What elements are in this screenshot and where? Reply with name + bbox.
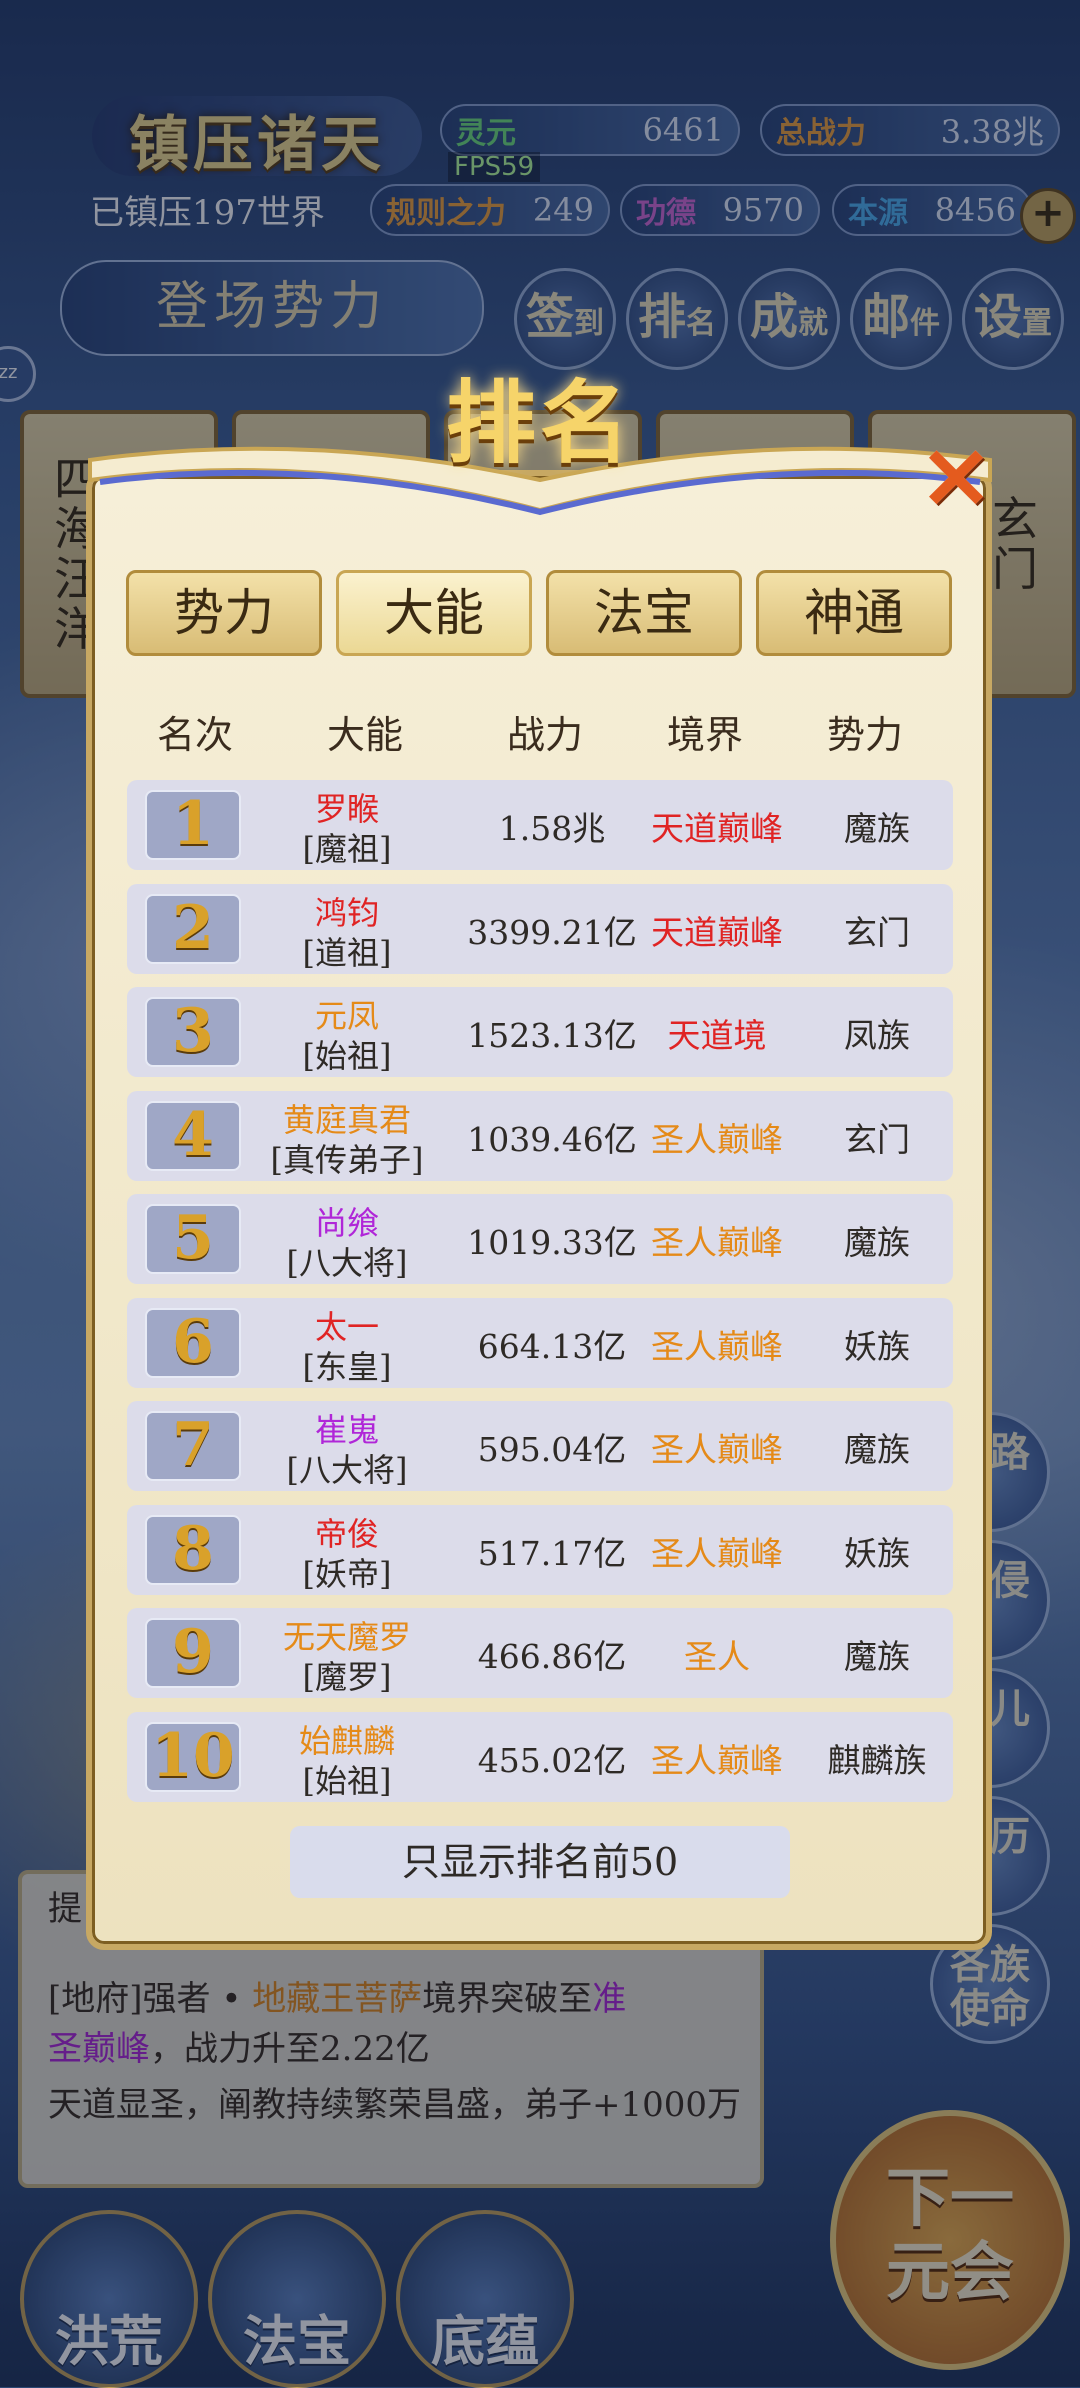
person-faction: 魔族 (844, 1430, 910, 1469)
person-realm: 圣人巅峰 (651, 1119, 783, 1159)
ranking-row[interactable]: 3 元凤 [始祖] 1523.13亿 天道境 凤族 (127, 987, 953, 1077)
person-title: [魔罗] (302, 1658, 392, 1696)
header-faction: 势力 (826, 713, 903, 757)
person-title: [东皇] (302, 1347, 392, 1386)
rank-number: 1 (145, 790, 241, 860)
person-power: 1039.46亿 (467, 1119, 637, 1159)
top50-notice: 只显示排名前50 (290, 1826, 790, 1898)
header-rank: 名次 (156, 713, 233, 757)
ranking-row[interactable]: 9 无天魔罗 [魔罗] 466.86亿 圣人 魔族 (127, 1608, 953, 1698)
person-title: [始祖] (302, 1037, 392, 1075)
rank-number: 8 (145, 1514, 241, 1585)
person-faction: 魔族 (844, 809, 910, 848)
header-realm: 境界 (666, 713, 743, 757)
ranking-row[interactable]: 1 罗睺 [魔祖] 1.58兆 天道巅峰 魔族 (127, 780, 953, 870)
person-faction: 魔族 (844, 1223, 910, 1262)
person-power: 3399.21亿 (467, 912, 637, 952)
person-power: 664.13亿 (477, 1326, 627, 1366)
rank-number: 9 (145, 1618, 241, 1688)
rank-number: 3 (145, 997, 241, 1067)
ranking-row[interactable]: 8 帝俊 [妖帝] 517.17亿 圣人巅峰 妖族 (127, 1504, 953, 1595)
person-title: [妖帝] (302, 1554, 392, 1593)
person-title: [八大将] (286, 1244, 408, 1282)
person-power: 1.58兆 (498, 809, 606, 848)
person-power: 517.17亿 (477, 1533, 627, 1573)
person-power: 466.86亿 (477, 1637, 627, 1676)
rank-number: 7 (145, 1411, 241, 1481)
person-faction: 妖族 (844, 1326, 910, 1366)
rank-number: 2 (145, 893, 241, 964)
person-realm: 圣人巅峰 (651, 1533, 783, 1573)
person-power: 455.02亿 (477, 1740, 627, 1780)
person-faction: 凤族 (844, 1016, 910, 1055)
tab-great-power[interactable]: 大能 (336, 570, 532, 656)
close-icon: × (917, 421, 995, 528)
person-realm: 天道巅峰 (651, 912, 783, 952)
ranking-row[interactable]: 6 太一 [东皇] 664.13亿 圣人巅峰 妖族 (127, 1297, 953, 1388)
person-power: 595.04亿 (477, 1430, 627, 1469)
person-title: [真传弟子] (270, 1140, 424, 1179)
rank-number: 10 (145, 1721, 241, 1792)
ranking-row[interactable]: 4 黄庭真君 [真传弟子] 1039.46亿 圣人巅峰 玄门 (127, 1090, 953, 1181)
person-faction: 玄门 (844, 912, 910, 952)
header-power: 战力 (506, 713, 583, 757)
person-faction: 玄门 (844, 1119, 910, 1159)
person-title: [八大将] (286, 1451, 408, 1489)
ranking-row[interactable]: 7 崔嵬 [八大将] 595.04亿 圣人巅峰 魔族 (127, 1401, 953, 1491)
ranking-row[interactable]: 5 尚飨 [八大将] 1019.33亿 圣人巅峰 魔族 (127, 1194, 953, 1284)
person-realm: 圣人巅峰 (651, 1223, 783, 1262)
rank-number: 5 (145, 1204, 241, 1274)
person-title: [道祖] (302, 933, 392, 972)
tab-magic[interactable]: 神通 (756, 570, 952, 656)
person-realm: 圣人巅峰 (651, 1740, 783, 1780)
ranking-row[interactable]: 2 鸿钧 [道祖] 3399.21亿 天道巅峰 玄门 (127, 883, 953, 974)
rank-number: 6 (145, 1307, 241, 1378)
person-faction: 妖族 (844, 1533, 910, 1573)
person-faction: 麒麟族 (827, 1740, 927, 1780)
person-power: 1019.33亿 (467, 1223, 637, 1262)
header-name: 大能 (326, 713, 403, 757)
rank-number: 4 (145, 1100, 241, 1171)
tab-treasure[interactable]: 法宝 (546, 570, 742, 656)
person-faction: 魔族 (844, 1637, 910, 1676)
person-power: 1523.13亿 (467, 1016, 637, 1055)
person-title: [魔祖] (302, 830, 392, 868)
person-realm: 天道境 (667, 1016, 767, 1055)
person-realm: 圣人巅峰 (651, 1326, 783, 1366)
ranking-row[interactable]: 10 始麒麟 [始祖] 455.02亿 圣人巅峰 麒麟族 (127, 1711, 953, 1802)
close-button[interactable]: × (910, 421, 1002, 528)
person-realm: 圣人巅峰 (651, 1430, 783, 1469)
person-realm: 天道巅峰 (651, 809, 783, 848)
person-realm: 圣人 (684, 1637, 750, 1676)
tab-faction[interactable]: 势力 (126, 570, 322, 656)
modal-title: 排名 (446, 370, 634, 476)
person-title: [始祖] (302, 1761, 392, 1800)
